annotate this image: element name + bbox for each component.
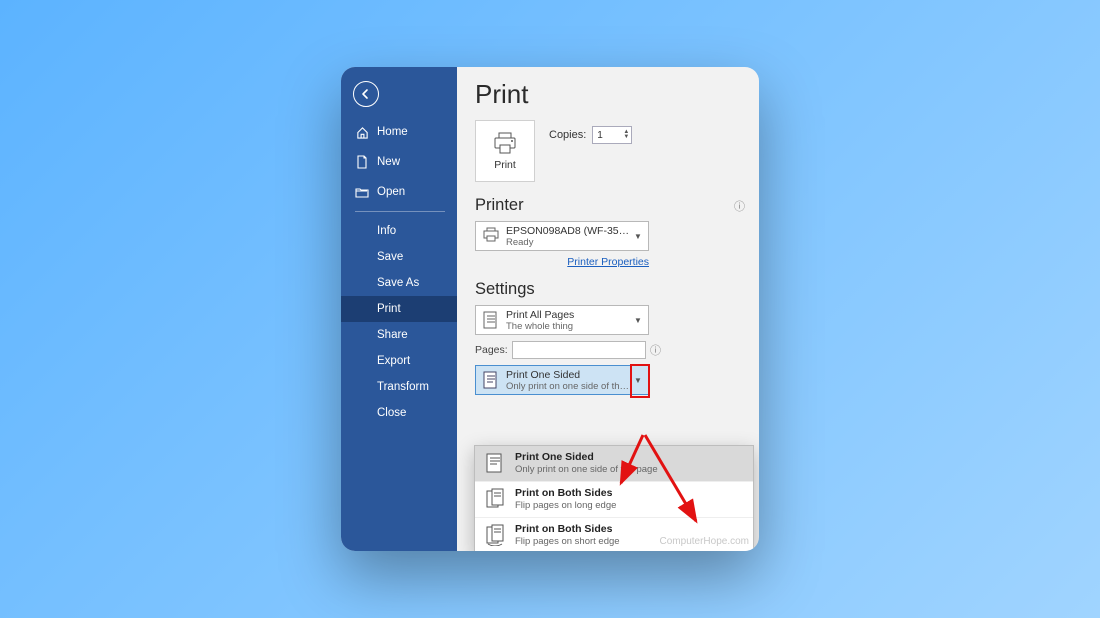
watermark: ComputerHope.com [660, 536, 749, 547]
print-button-label: Print [494, 159, 516, 171]
sidebar-label: Save As [377, 277, 419, 289]
pages-label: Pages: [475, 344, 508, 356]
arrow-left-icon [360, 88, 372, 100]
print-button[interactable]: Print [475, 120, 535, 182]
popup-sub: Flip pages on long edge [515, 500, 616, 512]
info-icon[interactable]: ⓘ [734, 198, 745, 214]
popup-title: Print on Both Sides [515, 487, 616, 500]
popup-title: Print on Both Sides [515, 523, 620, 536]
printer-icon [492, 131, 518, 155]
printer-status: Ready [506, 237, 632, 248]
sidebar-label: Print [377, 303, 401, 315]
print-scope-dropdown[interactable]: Print All Pages The whole thing ▼ [475, 305, 649, 335]
pages-input[interactable] [512, 341, 646, 359]
new-doc-icon [355, 155, 369, 169]
sidebar-label: New [377, 156, 400, 168]
sidebar-label: Close [377, 407, 406, 419]
word-backstage-print: Home New Open Info Save Save As Print Sh… [341, 67, 759, 551]
popup-title: Print One Sided [515, 451, 658, 464]
chevron-down-icon: ▼ [632, 232, 644, 241]
backstage-sidebar: Home New Open Info Save Save As Print Sh… [341, 67, 457, 551]
sidebar-label: Info [377, 225, 396, 237]
page-title: Print [475, 79, 745, 110]
sidebar-item-export[interactable]: Export [341, 348, 457, 374]
back-button[interactable] [353, 81, 379, 107]
sidebar-item-save[interactable]: Save [341, 244, 457, 270]
sidebar-item-open[interactable]: Open [341, 177, 457, 207]
open-folder-icon [355, 185, 369, 199]
scope-title: Print All Pages [506, 309, 632, 321]
popup-option-both-long[interactable]: Print on Both Sides Flip pages on long e… [475, 482, 753, 518]
sidebar-label: Export [377, 355, 410, 367]
copies-label: Copies: [549, 129, 586, 141]
chevron-down-icon: ▼ [632, 376, 644, 385]
copies-spinner[interactable]: ▲▼ [623, 130, 629, 140]
sidebar-item-info[interactable]: Info [341, 218, 457, 244]
sidebar-label: Share [377, 329, 408, 341]
sidebar-label: Home [377, 126, 408, 138]
copies-input[interactable]: 1 ▲▼ [592, 126, 632, 144]
settings-heading: Settings [475, 280, 535, 299]
sidebar-item-new[interactable]: New [341, 147, 457, 177]
sidebar-item-save-as[interactable]: Save As [341, 270, 457, 296]
sidebar-item-close[interactable]: Close [341, 400, 457, 426]
sidebar-label: Open [377, 186, 405, 198]
sides-sub: Only print on one side of the... [506, 381, 632, 392]
sidebar-item-home[interactable]: Home [341, 117, 457, 147]
sides-title: Print One Sided [506, 369, 632, 381]
printer-icon [482, 226, 500, 246]
printer-dropdown[interactable]: EPSON098AD8 (WF-3520 Se... Ready ▼ [475, 221, 649, 251]
sidebar-item-print[interactable]: Print [341, 296, 457, 322]
one-sided-icon [485, 452, 505, 476]
chevron-down-icon: ▼ [632, 316, 644, 325]
info-icon[interactable]: ⓘ [650, 342, 661, 358]
sidebar-item-share[interactable]: Share [341, 322, 457, 348]
both-sides-long-icon [485, 488, 505, 512]
popup-option-one-sided[interactable]: Print One Sided Only print on one side o… [475, 446, 753, 482]
sidebar-item-transform[interactable]: Transform [341, 374, 457, 400]
sides-dropdown[interactable]: Print One Sided Only print on one side o… [475, 365, 649, 395]
scope-sub: The whole thing [506, 321, 632, 332]
printer-heading: Printer [475, 196, 524, 215]
popup-sub: Flip pages on short edge [515, 536, 620, 548]
home-icon [355, 125, 369, 139]
popup-sub: Only print on one side of the page [515, 464, 658, 476]
both-sides-short-icon [485, 524, 505, 548]
printer-name: EPSON098AD8 (WF-3520 Se... [506, 225, 632, 237]
sidebar-label: Save [377, 251, 403, 263]
one-sided-icon [482, 370, 500, 390]
pages-icon [482, 310, 500, 330]
sidebar-divider [355, 211, 445, 212]
copies-value: 1 [597, 130, 603, 141]
printer-properties-link[interactable]: Printer Properties [475, 256, 649, 268]
sidebar-label: Transform [377, 381, 429, 393]
